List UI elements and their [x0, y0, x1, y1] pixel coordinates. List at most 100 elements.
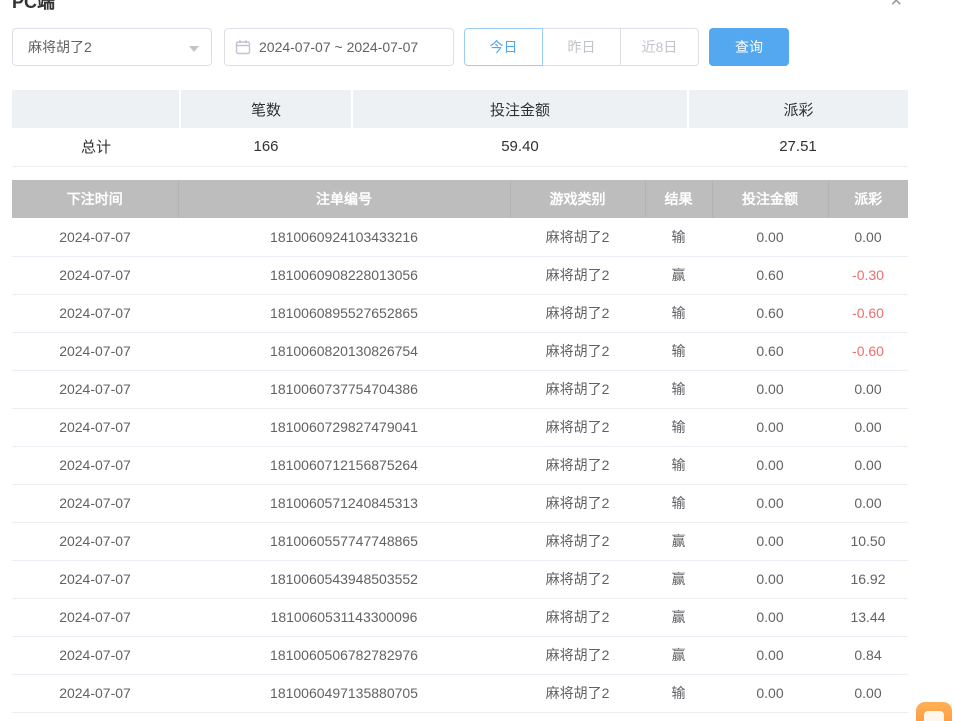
- header-bet-amount: 投注金额: [712, 180, 828, 218]
- order-id-cell: 1810060506782782976: [178, 636, 510, 674]
- payout-cell: 16.92: [828, 560, 908, 598]
- bet-time-cell: 2024-07-07: [12, 636, 178, 674]
- payout-cell: 0.00: [828, 370, 908, 408]
- game-type-cell: 麻将胡了2: [510, 294, 645, 332]
- bet-amount-cell: 0.60: [712, 256, 828, 294]
- game-type-cell: 麻将胡了2: [510, 218, 645, 256]
- result-cell: 输: [645, 484, 712, 522]
- order-id-cell: 1810060908228013056: [178, 256, 510, 294]
- summary-total-payout: 27.51: [688, 128, 908, 166]
- bet-time-cell: 2024-07-07: [12, 370, 178, 408]
- date-range-value: 2024-07-07 ~ 2024-07-07: [259, 39, 418, 55]
- table-row: 2024-07-071810060729827479041麻将胡了2输0.000…: [12, 408, 908, 446]
- order-id-cell: 1810060571240845313: [178, 484, 510, 522]
- bet-time-cell: 2024-07-07: [12, 446, 178, 484]
- bet-amount-cell: 0.00: [712, 560, 828, 598]
- result-cell: 赢: [645, 256, 712, 294]
- game-type-cell: 麻将胡了2: [510, 636, 645, 674]
- table-row: 2024-07-071810060924103433216麻将胡了2输0.000…: [12, 218, 908, 256]
- bet-table-body: 2024-07-071810060924103433216麻将胡了2输0.000…: [12, 218, 908, 712]
- table-row: 2024-07-071810060557747748865麻将胡了2赢0.001…: [12, 522, 908, 560]
- payout-cell: -0.60: [828, 332, 908, 370]
- bet-time-cell: 2024-07-07: [12, 332, 178, 370]
- quick-range-group: 今日 昨日 近8日: [464, 28, 699, 66]
- game-type-cell: 麻将胡了2: [510, 522, 645, 560]
- summary-header-payout: 派彩: [688, 90, 908, 128]
- game-type-cell: 麻将胡了2: [510, 446, 645, 484]
- order-id-cell: 1810060820130826754: [178, 332, 510, 370]
- bet-time-cell: 2024-07-07: [12, 522, 178, 560]
- payout-cell: 10.50: [828, 522, 908, 560]
- result-cell: 输: [645, 446, 712, 484]
- bet-amount-cell: 0.60: [712, 332, 828, 370]
- header-game-type: 游戏类别: [510, 180, 645, 218]
- bet-time-cell: 2024-07-07: [12, 674, 178, 712]
- order-id-cell: 1810060712156875264: [178, 446, 510, 484]
- bet-amount-cell: 0.00: [712, 674, 828, 712]
- payout-cell: 0.84: [828, 636, 908, 674]
- result-cell: 输: [645, 218, 712, 256]
- payout-cell: 13.44: [828, 598, 908, 636]
- summary-total-label: 总计: [12, 128, 180, 166]
- today-button[interactable]: 今日: [464, 28, 543, 66]
- game-select-value: 麻将胡了2: [28, 37, 92, 57]
- bet-time-cell: 2024-07-07: [12, 256, 178, 294]
- customer-service-float-icon[interactable]: [916, 702, 952, 721]
- bet-amount-cell: 0.60: [712, 294, 828, 332]
- header-order-id: 注单编号: [178, 180, 510, 218]
- bet-amount-cell: 0.00: [712, 370, 828, 408]
- table-row: 2024-07-071810060543948503552麻将胡了2赢0.001…: [12, 560, 908, 598]
- summary-header-count: 笔数: [180, 90, 352, 128]
- bet-amount-cell: 0.00: [712, 522, 828, 560]
- order-id-cell: 1810060924103433216: [178, 218, 510, 256]
- result-cell: 赢: [645, 522, 712, 560]
- bet-amount-cell: 0.00: [712, 484, 828, 522]
- summary-total-count: 166: [180, 128, 352, 166]
- bet-time-cell: 2024-07-07: [12, 484, 178, 522]
- table-row: 2024-07-071810060820130826754麻将胡了2输0.60-…: [12, 332, 908, 370]
- summary-table: 笔数 投注金额 派彩 总计 166 59.40 27.51: [12, 90, 908, 167]
- table-row: 2024-07-071810060506782782976麻将胡了2赢0.000…: [12, 636, 908, 674]
- table-row: 2024-07-071810060908228013056麻将胡了2赢0.60-…: [12, 256, 908, 294]
- game-type-cell: 麻将胡了2: [510, 370, 645, 408]
- result-cell: 赢: [645, 636, 712, 674]
- date-range-picker[interactable]: 2024-07-07 ~ 2024-07-07: [224, 28, 454, 66]
- search-button[interactable]: 查询: [709, 28, 789, 66]
- table-row: 2024-07-071810060531143300096麻将胡了2赢0.001…: [12, 598, 908, 636]
- bet-time-cell: 2024-07-07: [12, 294, 178, 332]
- yesterday-button[interactable]: 昨日: [542, 28, 621, 66]
- calendar-icon: [235, 39, 251, 55]
- header-result: 结果: [645, 180, 712, 218]
- chevron-down-icon: [189, 46, 199, 52]
- table-row: 2024-07-071810060712156875264麻将胡了2输0.000…: [12, 446, 908, 484]
- payout-cell: 0.00: [828, 484, 908, 522]
- game-type-cell: 麻将胡了2: [510, 408, 645, 446]
- result-cell: 输: [645, 370, 712, 408]
- bet-time-cell: 2024-07-07: [12, 598, 178, 636]
- order-id-cell: 1810060497135880705: [178, 674, 510, 712]
- bet-amount-cell: 0.00: [712, 446, 828, 484]
- summary-header-blank: [12, 90, 180, 128]
- game-select[interactable]: 麻将胡了2: [12, 28, 212, 66]
- game-type-cell: 麻将胡了2: [510, 256, 645, 294]
- close-icon[interactable]: ×: [890, 0, 902, 11]
- bet-time-cell: 2024-07-07: [12, 408, 178, 446]
- result-cell: 赢: [645, 598, 712, 636]
- bet-time-cell: 2024-07-07: [12, 560, 178, 598]
- order-id-cell: 1810060543948503552: [178, 560, 510, 598]
- order-id-cell: 1810060531143300096: [178, 598, 510, 636]
- bet-records-panel: PC端 × 麻将胡了2 2024-07-07 ~ 2024-07-07 今日 昨…: [0, 0, 954, 721]
- table-row: 2024-07-071810060737754704386麻将胡了2输0.000…: [12, 370, 908, 408]
- header-bet-time: 下注时间: [12, 180, 178, 218]
- bet-table-header-row: 下注时间 注单编号 游戏类别 结果 投注金额 派彩: [12, 180, 908, 218]
- bet-time-cell: 2024-07-07: [12, 218, 178, 256]
- result-cell: 输: [645, 408, 712, 446]
- page-title: PC端: [12, 0, 55, 14]
- order-id-cell: 1810060557747748865: [178, 522, 510, 560]
- last8days-button[interactable]: 近8日: [620, 28, 699, 66]
- payout-cell: 0.00: [828, 674, 908, 712]
- header-payout: 派彩: [828, 180, 908, 218]
- order-id-cell: 1810060737754704386: [178, 370, 510, 408]
- game-type-cell: 麻将胡了2: [510, 598, 645, 636]
- order-id-cell: 1810060895527652865: [178, 294, 510, 332]
